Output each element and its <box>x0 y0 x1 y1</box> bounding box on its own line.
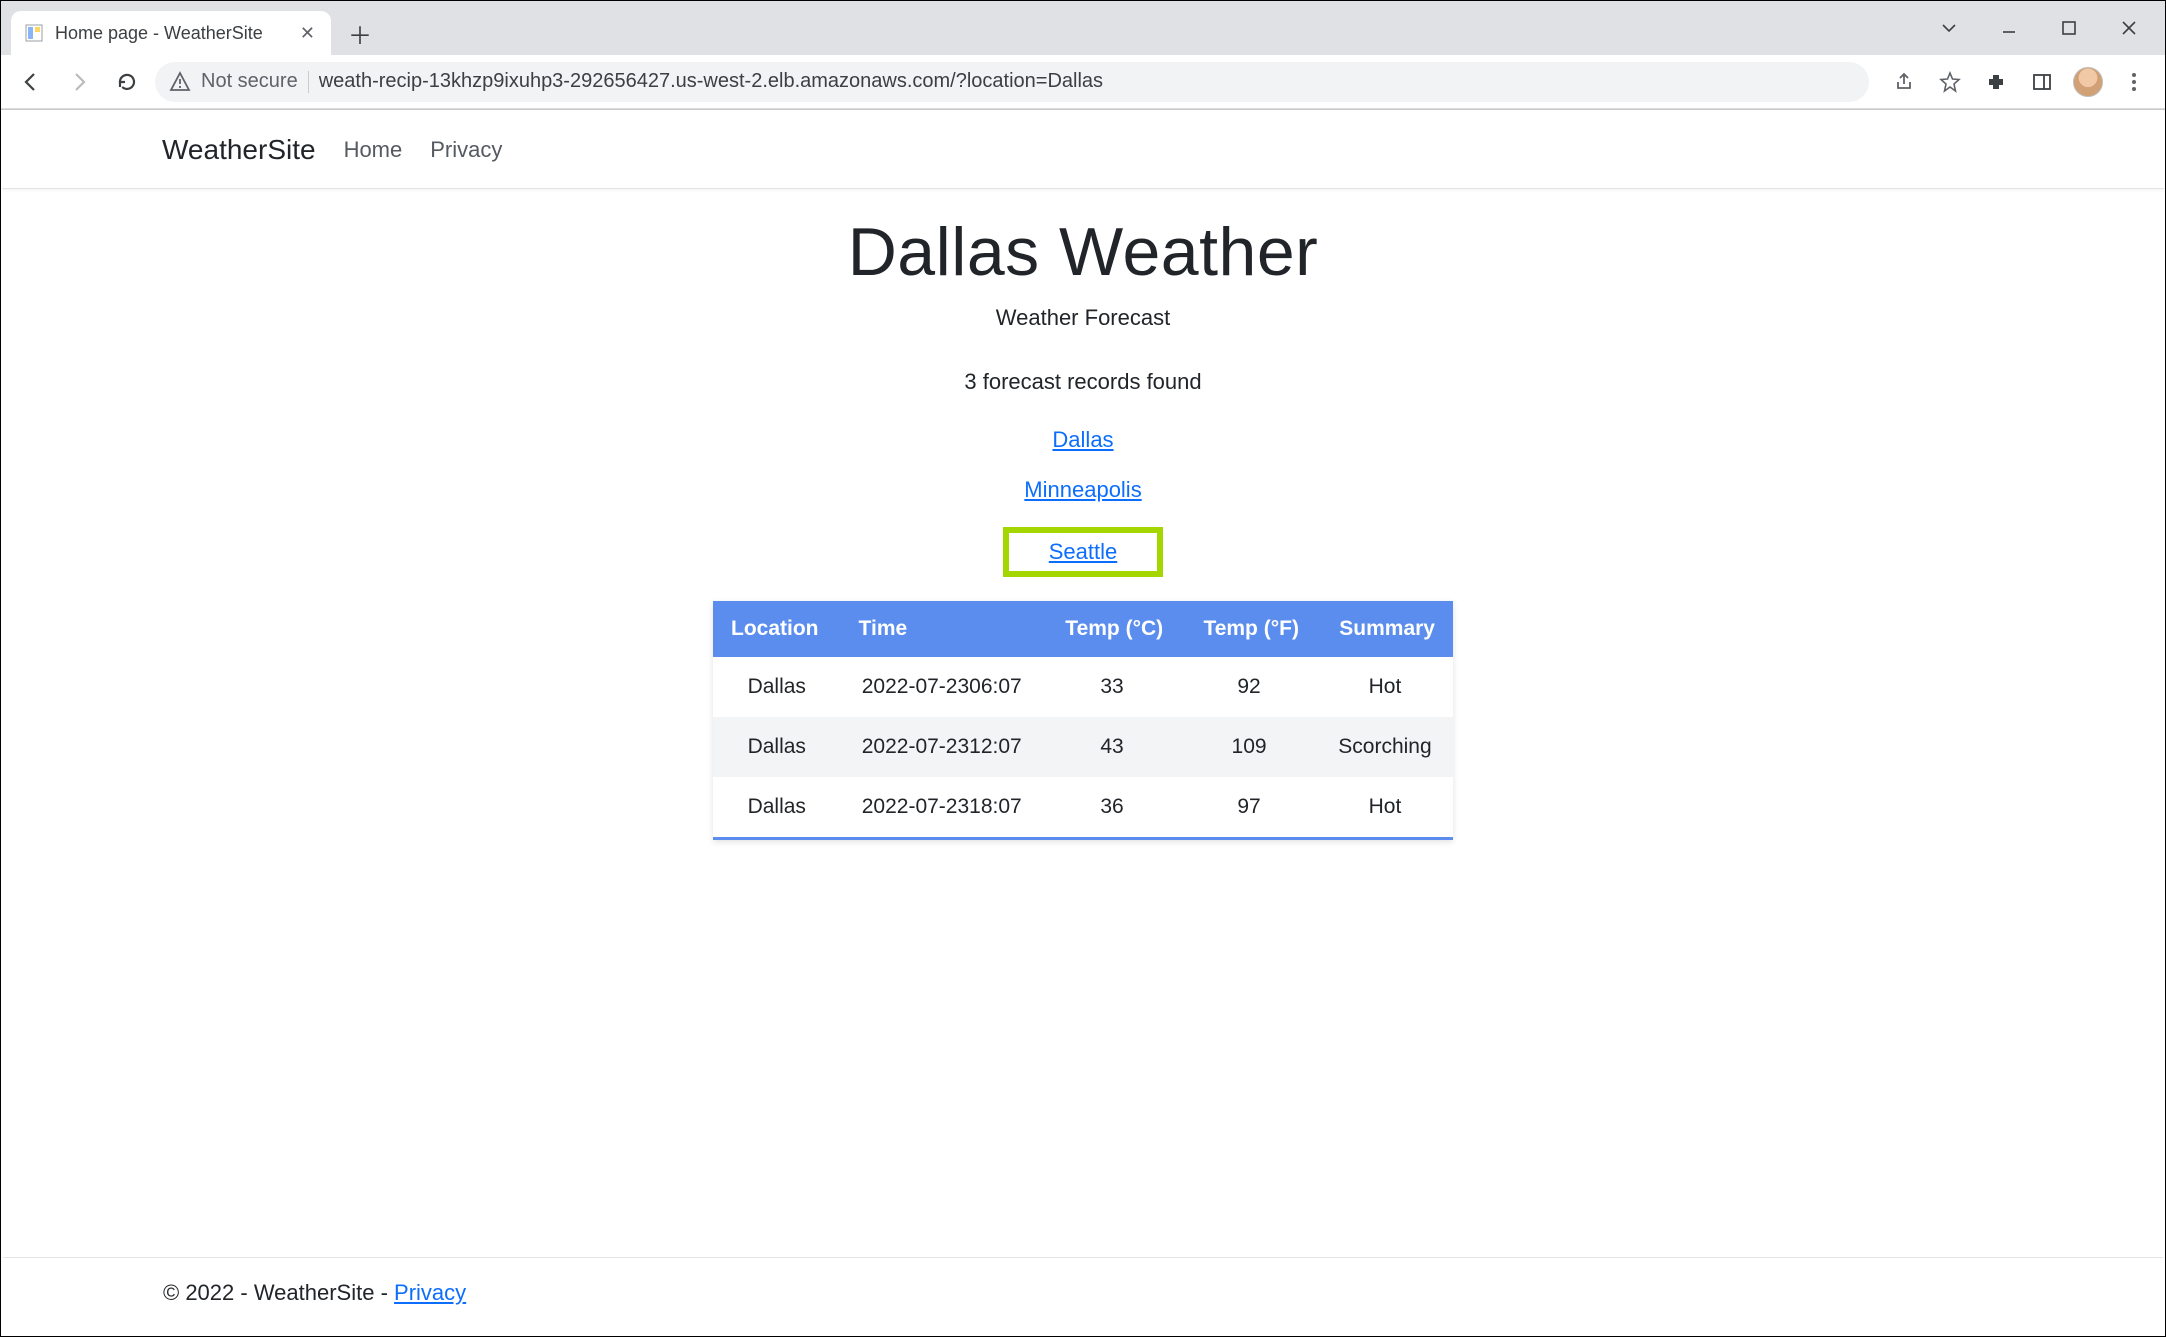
highlight-box: Seattle <box>1003 527 1164 577</box>
city-link-seattle[interactable]: Seattle <box>1049 539 1118 564</box>
site-nav: WeatherSite Home Privacy <box>2 111 2164 189</box>
cell-summary: Hot <box>1317 777 1453 839</box>
records-found: 3 forecast records found <box>2 369 2164 395</box>
page-title: Dallas Weather <box>2 213 2164 291</box>
footer-text: © 2022 - WeatherSite - <box>163 1280 394 1305</box>
minimize-icon[interactable] <box>1979 8 2039 48</box>
footer-privacy-link[interactable]: Privacy <box>394 1280 466 1305</box>
page-footer: © 2022 - WeatherSite - Privacy <box>3 1257 2163 1334</box>
cell-time: 2022-07-2318:07 <box>841 777 1043 839</box>
table-row: Dallas 2022-07-2306:07 33 92 Hot <box>713 657 1453 717</box>
share-icon[interactable] <box>1883 62 1925 102</box>
window-controls <box>1919 1 2159 55</box>
cell-temp-f: 97 <box>1181 777 1317 839</box>
address-bar[interactable]: Not secure weath-recip-13khzp9ixuhp3-292… <box>155 62 1869 102</box>
table-row: Dallas 2022-07-2318:07 36 97 Hot <box>713 777 1453 839</box>
table-header-row: Location Time Temp (°C) Temp (°F) Summar… <box>713 601 1453 657</box>
cell-temp-c: 33 <box>1043 657 1181 717</box>
forecast-table: Location Time Temp (°C) Temp (°F) Summar… <box>713 601 1453 840</box>
close-window-icon[interactable] <box>2099 8 2159 48</box>
tab-title: Home page - WeatherSite <box>55 23 286 44</box>
address-separator <box>308 71 309 93</box>
new-tab-button[interactable]: ＋ <box>341 14 379 52</box>
back-button[interactable] <box>11 62 51 102</box>
page-body: Dallas Weather Weather Forecast 3 foreca… <box>2 189 2164 840</box>
cell-temp-f: 92 <box>1181 657 1317 717</box>
caret-down-icon[interactable] <box>1919 8 1979 48</box>
th-temp-f: Temp (°F) <box>1181 601 1317 657</box>
favicon-icon <box>23 22 45 44</box>
forward-button[interactable] <box>59 62 99 102</box>
th-temp-c: Temp (°C) <box>1043 601 1181 657</box>
browser-tab[interactable]: Home page - WeatherSite ✕ <box>11 11 331 55</box>
city-link-dallas[interactable]: Dallas <box>1052 427 1113 453</box>
not-secure-icon <box>169 71 191 93</box>
toolbar-right <box>1883 62 2155 102</box>
profile-avatar[interactable] <box>2067 62 2109 102</box>
not-secure-label: Not secure <box>201 70 298 93</box>
kebab-menu-icon[interactable] <box>2113 62 2155 102</box>
cell-location: Dallas <box>713 717 841 777</box>
cell-time: 2022-07-2312:07 <box>841 717 1043 777</box>
tab-strip: Home page - WeatherSite ✕ ＋ <box>1 1 2165 55</box>
maximize-icon[interactable] <box>2039 8 2099 48</box>
url-text: weath-recip-13khzp9ixuhp3-292656427.us-w… <box>319 70 1855 93</box>
cell-temp-c: 36 <box>1043 777 1181 839</box>
page-subtitle: Weather Forecast <box>2 305 2164 331</box>
nav-link-home[interactable]: Home <box>344 137 403 163</box>
cell-temp-f: 109 <box>1181 717 1317 777</box>
reload-button[interactable] <box>107 62 147 102</box>
cell-location: Dallas <box>713 777 841 839</box>
side-panel-icon[interactable] <box>2021 62 2063 102</box>
th-time: Time <box>841 601 1043 657</box>
city-links: Dallas Minneapolis Seattle <box>2 427 2164 577</box>
site-brand[interactable]: WeatherSite <box>162 134 316 166</box>
city-link-minneapolis[interactable]: Minneapolis <box>1024 477 1141 503</box>
th-summary: Summary <box>1317 601 1453 657</box>
browser-toolbar: Not secure weath-recip-13khzp9ixuhp3-292… <box>1 55 2165 109</box>
th-location: Location <box>713 601 841 657</box>
cell-summary: Hot <box>1317 657 1453 717</box>
cell-time: 2022-07-2306:07 <box>841 657 1043 717</box>
close-tab-icon[interactable]: ✕ <box>296 21 319 46</box>
cell-location: Dallas <box>713 657 841 717</box>
page-viewport: WeatherSite Home Privacy Dallas Weather … <box>2 111 2164 1335</box>
cell-summary: Scorching <box>1317 717 1453 777</box>
nav-link-privacy[interactable]: Privacy <box>430 137 502 163</box>
browser-chrome: Home page - WeatherSite ✕ ＋ Not secure w… <box>1 1 2165 110</box>
table-row: Dallas 2022-07-2312:07 43 109 Scorching <box>713 717 1453 777</box>
bookmark-star-icon[interactable] <box>1929 62 1971 102</box>
extensions-icon[interactable] <box>1975 62 2017 102</box>
cell-temp-c: 43 <box>1043 717 1181 777</box>
